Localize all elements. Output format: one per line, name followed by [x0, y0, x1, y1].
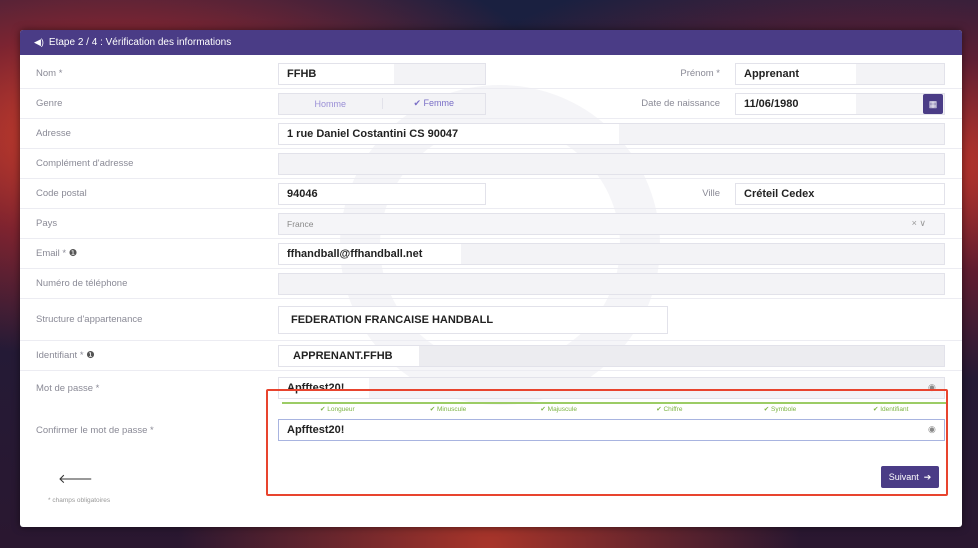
label-tel: Numéro de téléphone — [36, 278, 128, 289]
strength-chiffre: ✔ Chiffre — [656, 406, 683, 413]
row-complement: Complément d'adresse — [20, 149, 962, 179]
label-mdp: Mot de passe * — [36, 382, 100, 394]
eye-icon[interactable]: ◉ — [928, 382, 936, 393]
genre-toggle: Homme ✔ Femme — [278, 92, 486, 115]
nom-input[interactable]: FFHB — [278, 62, 486, 85]
strength-identifiant: ✔ Identifiant — [872, 406, 909, 413]
label-identifiant: Identifiant * ❶ — [36, 350, 95, 361]
row-tel: Numéro de téléphone — [20, 269, 962, 299]
label-naissance: Date de naissance — [641, 98, 720, 109]
row-identifiant: Identifiant * ❶ APPRENANT.FFHB — [20, 341, 962, 371]
next-button[interactable]: Suivant ➔ — [881, 466, 939, 488]
ville-input[interactable]: Créteil Cedex — [735, 182, 945, 205]
strength-majuscule: ✔ Majuscule — [540, 406, 577, 413]
structure-input[interactable]: FEDERATION FRANCAISE HANDBALL — [278, 305, 668, 334]
label-adresse: Adresse — [36, 128, 71, 139]
clear-icon[interactable]: × — [912, 218, 917, 228]
arrow-left-icon[interactable]: 🡐 — [58, 471, 93, 487]
label-cp: Code postal — [36, 188, 87, 199]
row-genre: Genre Homme ✔ Femme Date de naissance 11… — [20, 89, 962, 119]
row-pays: Pays France × ∨ — [20, 209, 962, 239]
mdp-confirm-input[interactable]: Apfftest20! — [278, 419, 945, 441]
arrow-right-icon: ➔ — [923, 471, 932, 482]
eye-icon[interactable]: ◉ — [928, 424, 936, 435]
genre-homme[interactable]: Homme — [279, 99, 382, 109]
mdp-input[interactable]: Apfftest20! — [278, 377, 945, 399]
pays-select[interactable]: France × ∨ — [278, 212, 945, 235]
chevron-down-icon[interactable]: ∨ — [919, 218, 926, 228]
label-prenom: Prénom * — [680, 68, 720, 79]
strength-symbole: ✔ Symbole — [763, 406, 797, 413]
row-nom: Nom * FFHB Prénom * Apprenant — [20, 59, 962, 89]
naissance-input[interactable]: 11/06/1980 — [735, 92, 945, 115]
info-icon: ❶ — [86, 350, 95, 361]
speaker-icon: ◀) — [34, 37, 44, 47]
row-adresse: Adresse 1 rue Daniel Costantini CS 90047 — [20, 119, 962, 149]
identifiant-input: APPRENANT.FFHB — [278, 344, 945, 367]
label-genre: Genre — [36, 98, 63, 109]
label-nom: Nom * — [36, 68, 63, 79]
card-header: ◀) Etape 2 / 4 : Vérification des inform… — [20, 30, 962, 55]
form-card: ◀) Etape 2 / 4 : Vérification des inform… — [20, 30, 962, 527]
label-pays: Pays — [36, 218, 58, 229]
tel-input[interactable] — [278, 272, 945, 295]
row-mdp: Mot de passe * Apfftest20! ◉ — [20, 371, 962, 405]
row-mdp-confirm: Confirmer le mot de passe * Apfftest20! … — [20, 415, 962, 445]
card-body: Nom * FFHB Prénom * Apprenant Genre Homm… — [20, 55, 962, 527]
label-email: Email * ❶ — [36, 248, 78, 259]
row-cp: Code postal 94046 Ville Créteil Cedex — [20, 179, 962, 209]
prenom-input[interactable]: Apprenant — [735, 62, 945, 85]
strength-longueur: ✔ Longueur — [319, 406, 355, 413]
password-strength: ✔ Longueur ✔ Minuscule ✔ Majuscule ✔ Chi… — [282, 402, 946, 414]
label-structure: Structure d'appartenance — [36, 314, 143, 325]
strength-minuscule: ✔ Minuscule — [429, 406, 467, 413]
adresse-input[interactable]: 1 rue Daniel Costantini CS 90047 — [278, 122, 945, 145]
required-note: * champs obligatoires — [48, 497, 111, 504]
header-title: Etape 2 / 4 : Vérification des informati… — [48, 37, 232, 48]
cp-input[interactable]: 94046 — [278, 182, 486, 205]
row-structure: Structure d'appartenance FEDERATION FRAN… — [20, 299, 962, 341]
label-complement: Complément d'adresse — [36, 158, 134, 169]
label-mdp-confirm: Confirmer le mot de passe * — [36, 424, 154, 436]
email-input[interactable]: ffhandball@ffhandball.net — [278, 242, 945, 265]
label-ville: Ville — [702, 188, 720, 199]
info-icon: ❶ — [68, 248, 78, 259]
complement-input[interactable] — [278, 152, 945, 175]
calendar-icon[interactable]: ▦ — [923, 94, 943, 114]
row-email: Email * ❶ ffhandball@ffhandball.net — [20, 239, 962, 269]
genre-femme[interactable]: ✔ Femme — [381, 98, 486, 109]
